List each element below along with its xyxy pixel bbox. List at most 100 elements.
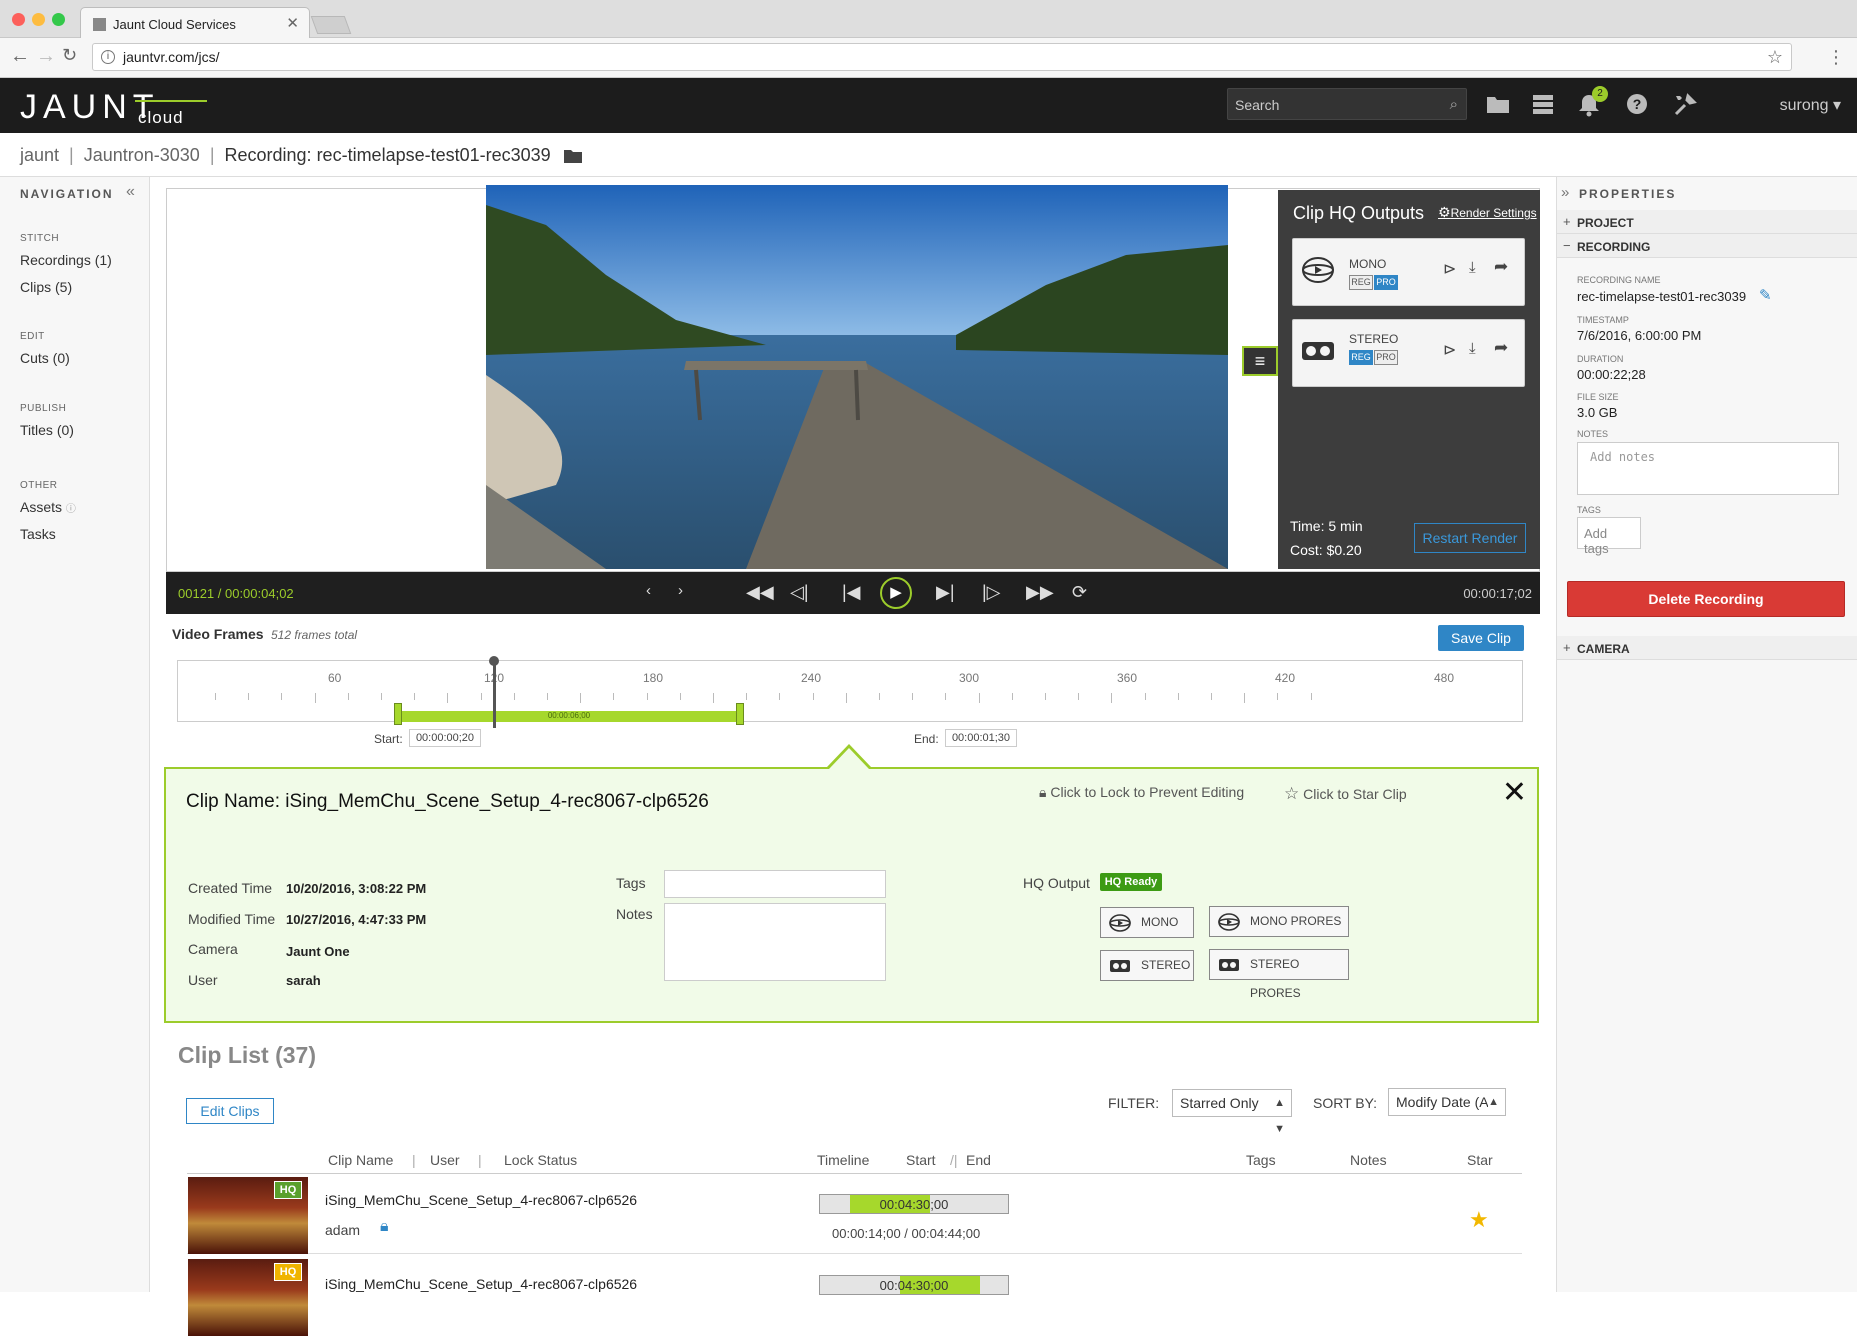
- playhead-knob[interactable]: [489, 656, 499, 666]
- search-input[interactable]: Search ⌕: [1227, 88, 1467, 120]
- lock-icon[interactable]: 🔒︎: [380, 1218, 389, 1236]
- column-header-notes[interactable]: Notes: [1350, 1152, 1387, 1168]
- fast-forward-icon[interactable]: ▶▶: [1026, 582, 1054, 603]
- playhead[interactable]: [493, 660, 496, 728]
- prev-marker-icon[interactable]: ◁|: [790, 582, 809, 603]
- new-tab-button[interactable]: [310, 16, 352, 34]
- folder-icon[interactable]: [1486, 93, 1510, 121]
- column-header-tags[interactable]: Tags: [1246, 1152, 1276, 1168]
- lock-clip-button[interactable]: 🔒︎ Click to Lock to Prevent Editing: [1039, 784, 1244, 801]
- notes-textarea[interactable]: [664, 903, 886, 981]
- breadcrumb-item-jaunt[interactable]: jaunt: [20, 145, 59, 165]
- share-icon[interactable]: ➦: [1494, 257, 1508, 277]
- mark-in-icon[interactable]: ‹: [646, 582, 651, 599]
- share-icon[interactable]: ➦: [1494, 338, 1508, 358]
- star-clip-button[interactable]: ☆ Click to Star Clip: [1284, 784, 1407, 804]
- back-icon[interactable]: ←: [10, 45, 30, 68]
- pro-toggle-mono[interactable]: PRO: [1374, 275, 1398, 290]
- accordion-project[interactable]: + PROJECT: [1557, 210, 1857, 234]
- clip-range-bar[interactable]: 00:00:06;00: [398, 711, 740, 722]
- column-header-user[interactable]: User: [430, 1152, 460, 1168]
- tags-input[interactable]: [664, 870, 886, 898]
- minimize-window-button[interactable]: [32, 13, 45, 26]
- download-icon[interactable]: ⤓: [1469, 259, 1476, 276]
- site-info-icon[interactable]: i: [101, 50, 115, 64]
- step-back-icon[interactable]: |◀: [842, 582, 861, 603]
- start-timecode-field[interactable]: 00:00:00;20: [409, 729, 481, 747]
- expand-panel-icon[interactable]: »: [1561, 184, 1569, 201]
- stereo-prores-format-button[interactable]: STEREO PRORES: [1209, 949, 1349, 1000]
- mark-out-icon[interactable]: ›: [678, 582, 683, 599]
- close-icon[interactable]: ✕: [1502, 775, 1527, 810]
- video-frame[interactable]: [486, 185, 1228, 569]
- nav-item-assets[interactable]: Assets ⓘ: [20, 499, 76, 515]
- clip-row-name[interactable]: iSing_MemChu_Scene_Setup_4-rec8067-clp65…: [325, 1192, 637, 1208]
- end-timecode-field[interactable]: 00:00:01;30: [945, 729, 1017, 747]
- forward-icon[interactable]: →: [36, 45, 56, 68]
- frame-timeline[interactable]: 60 120 180 240 300 360 420 480 00:00:06;…: [177, 660, 1523, 725]
- notes-prop-textarea[interactable]: Add notes: [1577, 442, 1839, 495]
- nav-item-tasks[interactable]: Tasks: [20, 526, 56, 542]
- delete-recording-button[interactable]: Delete Recording: [1567, 581, 1845, 617]
- column-header-end[interactable]: End: [966, 1152, 991, 1168]
- search-icon[interactable]: ⌕: [1450, 96, 1458, 113]
- column-header-start[interactable]: Start: [906, 1152, 936, 1168]
- reload-icon[interactable]: ↻: [62, 45, 77, 66]
- play-button[interactable]: ▶: [880, 577, 912, 609]
- sort-select[interactable]: Modify Date (A▲▼: [1388, 1088, 1506, 1116]
- close-window-button[interactable]: [12, 13, 25, 26]
- address-bar[interactable]: i jauntvr.com/jcs/ ☆: [92, 43, 1792, 71]
- stereo-format-button[interactable]: STEREO: [1100, 950, 1194, 981]
- play-output-icon[interactable]: ⊳: [1443, 259, 1456, 279]
- playlist-toggle-icon[interactable]: ≡: [1242, 346, 1278, 376]
- step-forward-icon[interactable]: ▶|: [936, 582, 955, 603]
- pencil-icon[interactable]: ✎: [1759, 286, 1772, 304]
- table-row[interactable]: HQ iSing_MemChu_Scene_Setup_4-rec8067-cl…: [187, 1174, 1522, 1254]
- help-icon[interactable]: ?: [1626, 93, 1648, 121]
- nav-item-clips[interactable]: Clips (5): [20, 279, 72, 295]
- star-icon[interactable]: ★: [1469, 1207, 1489, 1233]
- save-clip-button[interactable]: Save Clip: [1438, 625, 1524, 651]
- jaunt-cloud-logo[interactable]: JAUNT cloud: [20, 88, 207, 127]
- table-row[interactable]: HQ iSing_MemChu_Scene_Setup_4-rec8067-cl…: [187, 1256, 1522, 1336]
- bookmark-star-icon[interactable]: ☆: [1767, 47, 1783, 68]
- mono-format-button[interactable]: MONO: [1100, 907, 1194, 938]
- tools-icon[interactable]: [1673, 93, 1697, 123]
- tags-prop-input[interactable]: Add tags: [1577, 517, 1641, 556]
- edit-clips-button[interactable]: Edit Clips: [186, 1098, 274, 1124]
- clip-thumbnail[interactable]: HQ: [188, 1259, 308, 1336]
- breadcrumb-item-project[interactable]: Jauntron-3030: [84, 145, 200, 165]
- rewind-icon[interactable]: ◀◀: [746, 582, 774, 603]
- render-settings-link[interactable]: ⚙Render Settings: [1438, 204, 1537, 221]
- clip-thumbnail[interactable]: HQ: [188, 1177, 308, 1254]
- storage-icon[interactable]: [1532, 93, 1554, 121]
- column-header-clip-name[interactable]: Clip Name: [328, 1152, 393, 1168]
- download-icon[interactable]: ⤓: [1469, 340, 1476, 357]
- column-header-lock-status[interactable]: Lock Status: [504, 1152, 577, 1168]
- zoom-window-button[interactable]: [52, 13, 65, 26]
- nav-item-recordings[interactable]: Recordings (1): [20, 252, 112, 268]
- nav-item-cuts[interactable]: Cuts (0): [20, 350, 70, 366]
- folder-icon[interactable]: [563, 147, 582, 167]
- loop-icon[interactable]: ⟳: [1072, 582, 1087, 603]
- mono-prores-format-button[interactable]: MONO PRORES: [1209, 906, 1349, 937]
- column-header-timeline[interactable]: Timeline: [817, 1152, 869, 1168]
- collapse-nav-icon[interactable]: «: [126, 183, 135, 201]
- reg-toggle-stereo[interactable]: REG: [1349, 350, 1373, 365]
- user-menu[interactable]: surong ▾: [1780, 95, 1841, 115]
- pro-toggle-stereo[interactable]: PRO: [1374, 350, 1398, 365]
- play-output-icon[interactable]: ⊳: [1443, 340, 1456, 360]
- browser-tab[interactable]: Jaunt Cloud Services ✕: [80, 7, 310, 38]
- browser-menu-icon[interactable]: ⋮: [1827, 47, 1845, 68]
- next-marker-icon[interactable]: |▷: [982, 582, 1001, 603]
- nav-item-titles[interactable]: Titles (0): [20, 422, 74, 438]
- clip-row-name[interactable]: iSing_MemChu_Scene_Setup_4-rec8067-clp65…: [325, 1276, 637, 1292]
- close-tab-icon[interactable]: ✕: [286, 14, 299, 32]
- range-end-handle[interactable]: [736, 703, 744, 725]
- filter-select[interactable]: Starred Only ▲ ▼: [1172, 1089, 1292, 1135]
- accordion-camera[interactable]: + CAMERA: [1557, 636, 1857, 660]
- restart-render-button[interactable]: Restart Render: [1414, 523, 1526, 553]
- range-start-handle[interactable]: [394, 703, 402, 725]
- reg-toggle-mono[interactable]: REG: [1349, 275, 1373, 290]
- column-header-star[interactable]: Star: [1467, 1152, 1493, 1168]
